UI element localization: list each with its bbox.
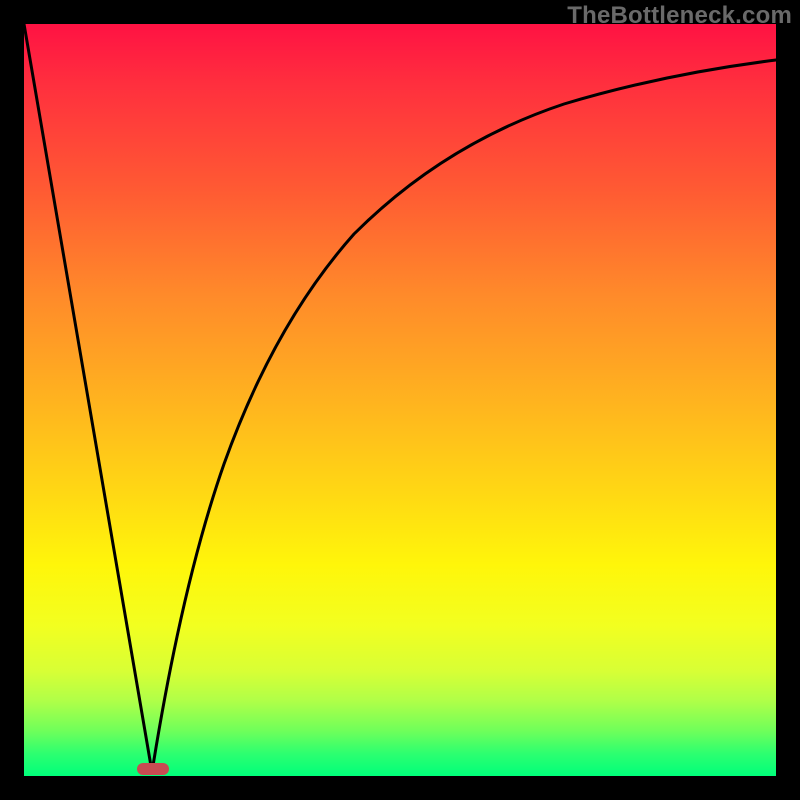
watermark-text: TheBottleneck.com bbox=[567, 2, 792, 30]
curve-layer bbox=[24, 24, 776, 776]
curve-right bbox=[152, 60, 776, 772]
plot-area bbox=[24, 24, 776, 776]
vertex-marker bbox=[137, 763, 169, 775]
chart-frame: TheBottleneck.com bbox=[0, 0, 800, 800]
curve-left bbox=[24, 24, 152, 772]
